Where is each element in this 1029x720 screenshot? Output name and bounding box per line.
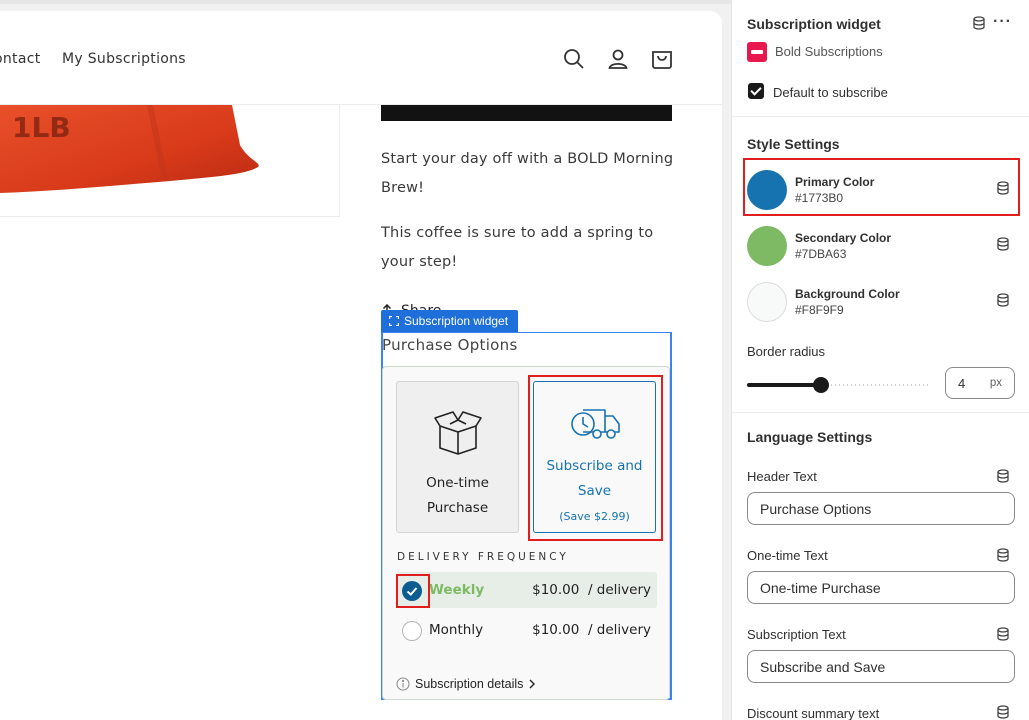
frequency-price: $10.00 / delivery bbox=[532, 622, 651, 638]
language-settings-title: Language Settings bbox=[747, 429, 873, 445]
subscription-details-label: Subscription details bbox=[415, 677, 524, 691]
slider-fill bbox=[747, 383, 820, 387]
open-box-icon bbox=[433, 411, 482, 455]
background-color-swatch[interactable] bbox=[747, 282, 787, 322]
slider-track-rest bbox=[827, 384, 929, 386]
widget-tag-label: Subscription widget bbox=[404, 314, 509, 328]
frequency-option-monthly[interactable]: Monthly $10.00 / delivery bbox=[396, 612, 657, 648]
info-icon bbox=[396, 677, 410, 691]
subscription-text-input[interactable]: Subscribe and Save bbox=[747, 650, 1015, 683]
search-icon[interactable] bbox=[562, 47, 586, 71]
product-description-2: This coffee is sure to add a spring to y… bbox=[381, 225, 654, 270]
product-description-1: Start your day off with a BOLD Morning B… bbox=[381, 151, 674, 196]
header-text-input[interactable]: Purchase Options bbox=[747, 492, 1015, 525]
nav-link-my-subscriptions[interactable]: My Subscriptions bbox=[62, 51, 186, 67]
subscription-details-link[interactable]: Subscription details bbox=[396, 677, 536, 691]
header-text-label: Header Text bbox=[747, 469, 817, 484]
background-color-label: Background Color bbox=[795, 287, 900, 301]
dynamic-source-icon[interactable] bbox=[996, 705, 1010, 719]
secondary-color-hex: #7DBA63 bbox=[795, 247, 847, 261]
dynamic-source-icon[interactable] bbox=[972, 16, 986, 30]
app-name: Bold Subscriptions bbox=[775, 44, 883, 59]
border-radius-unit: px bbox=[989, 377, 1002, 389]
default-subscribe-label: Default to subscribe bbox=[773, 85, 888, 100]
frequency-price: $10.00 / delivery bbox=[532, 582, 651, 598]
more-options-icon[interactable]: ··· bbox=[993, 13, 1012, 31]
border-radius-input[interactable]: 4 px bbox=[945, 367, 1015, 399]
dynamic-source-icon[interactable] bbox=[996, 469, 1010, 483]
account-icon[interactable] bbox=[606, 47, 630, 71]
add-to-cart-bar[interactable] bbox=[381, 105, 672, 121]
nav-link-contact[interactable]: ontact bbox=[0, 51, 41, 67]
one-time-text-input[interactable]: One-time Purchase bbox=[747, 571, 1015, 604]
frequency-name: Monthly bbox=[429, 622, 484, 638]
delivery-frequency-label: DELIVERY FREQUENCY bbox=[397, 551, 569, 563]
bold-app-logo bbox=[747, 42, 767, 62]
cart-icon[interactable] bbox=[650, 47, 674, 71]
slider-thumb[interactable] bbox=[813, 377, 829, 393]
style-settings-title: Style Settings bbox=[747, 136, 840, 152]
store-header: ontact My Subscriptions bbox=[0, 11, 722, 105]
secondary-color-swatch[interactable] bbox=[747, 226, 787, 266]
section-divider bbox=[731, 116, 1029, 117]
highlight-subscribe-option bbox=[528, 375, 663, 541]
chevron-right-icon bbox=[529, 679, 536, 689]
frequency-name: Weekly bbox=[429, 582, 485, 598]
border-radius-value: 4 bbox=[958, 376, 966, 391]
purchase-options-title: Purchase Options bbox=[382, 336, 518, 354]
one-time-text-label: One-time Text bbox=[747, 548, 828, 563]
one-time-purchase-option[interactable]: One-time Purchase bbox=[396, 381, 519, 533]
border-radius-label: Border radius bbox=[747, 344, 826, 359]
dynamic-source-icon[interactable] bbox=[996, 237, 1010, 251]
dynamic-source-icon[interactable] bbox=[996, 548, 1010, 562]
highlight-primary-color bbox=[743, 158, 1020, 216]
highlight-weekly-radio bbox=[396, 574, 430, 608]
secondary-color-label: Secondary Color bbox=[795, 231, 892, 245]
bag-label: 1LB bbox=[12, 111, 71, 144]
one-time-label: One-time Purchase bbox=[426, 475, 489, 516]
widget-selection-tag[interactable]: Subscription widget bbox=[381, 310, 519, 332]
select-corners-icon bbox=[389, 316, 399, 326]
dynamic-source-icon[interactable] bbox=[996, 627, 1010, 641]
product-image[interactable]: 1LB bbox=[0, 105, 340, 217]
radio-unchecked-icon[interactable] bbox=[402, 621, 422, 641]
panel-title: Subscription widget bbox=[747, 16, 881, 32]
subscription-text-label: Subscription Text bbox=[747, 627, 846, 642]
discount-summary-text-label: Discount summary text bbox=[747, 706, 880, 720]
settings-panel bbox=[731, 0, 1029, 720]
background-color-hex: #F8F9F9 bbox=[795, 303, 844, 317]
border-radius-slider[interactable] bbox=[747, 383, 929, 387]
section-divider bbox=[731, 412, 1029, 413]
dynamic-source-icon[interactable] bbox=[996, 293, 1010, 307]
frequency-option-weekly[interactable]: Weekly $10.00 / delivery bbox=[396, 572, 657, 608]
default-subscribe-checkbox[interactable] bbox=[748, 83, 764, 99]
